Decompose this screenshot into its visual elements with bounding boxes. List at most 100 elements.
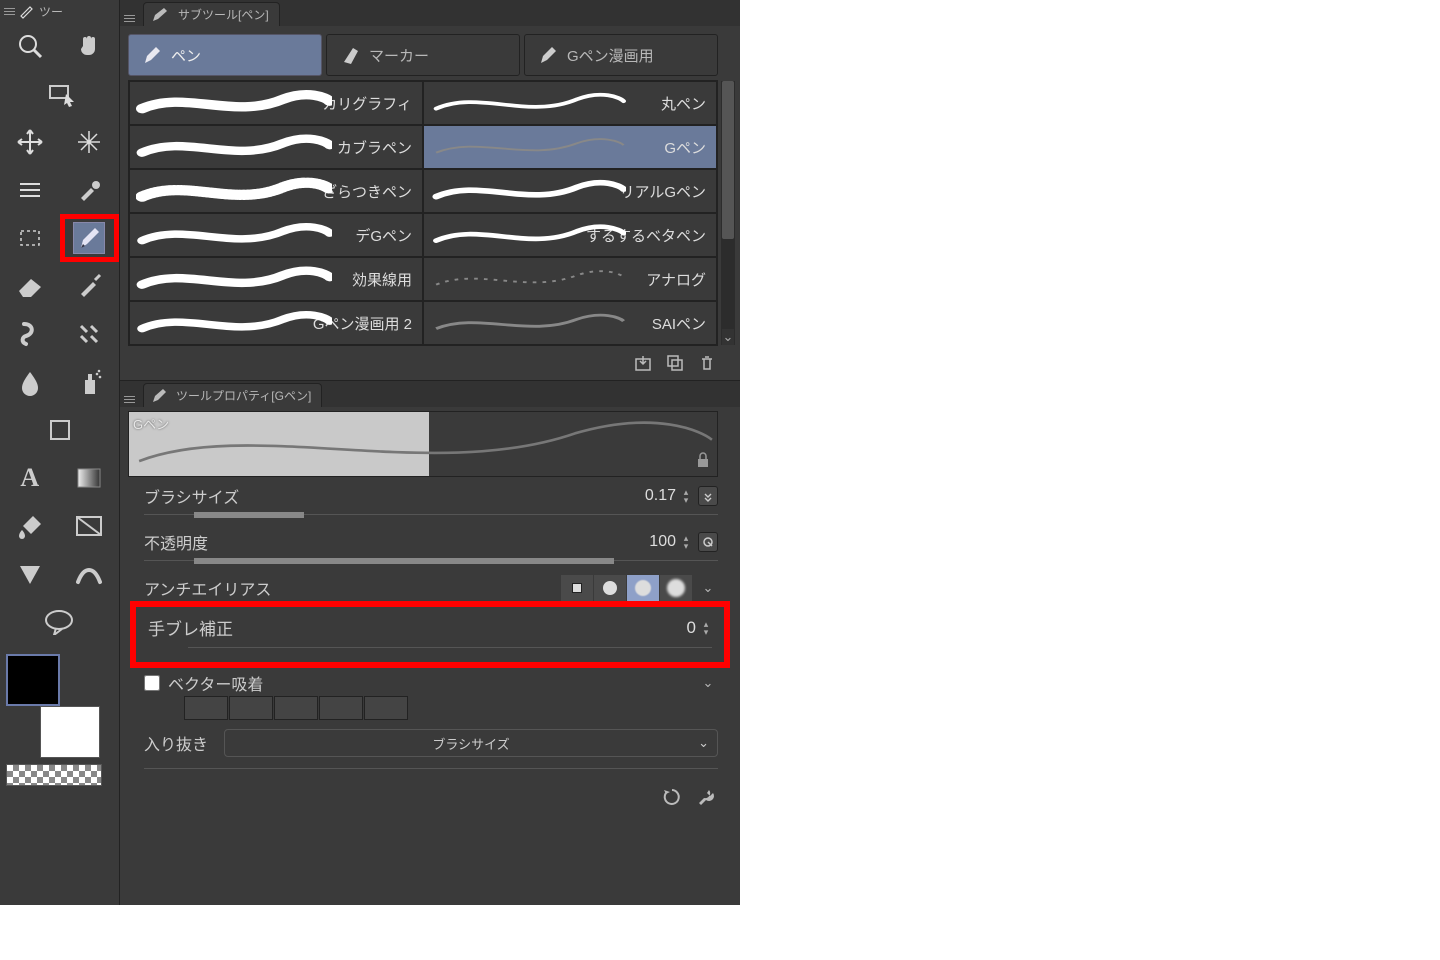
brush-item-selected[interactable]: Gペン (423, 125, 717, 169)
lines-tool[interactable] (0, 166, 60, 214)
row-brush-size: ブラシサイズ 0.17 ▴▾ (144, 485, 718, 523)
menu-icon[interactable] (122, 11, 137, 26)
fill-tool[interactable] (0, 502, 60, 550)
tab-pen[interactable]: ペン (128, 34, 322, 76)
foreground-color[interactable] (6, 654, 60, 706)
chevron-down-icon[interactable]: ⌄ (722, 329, 734, 345)
row-antialias: アンチエイリアス ⌄ (144, 577, 718, 599)
property-panel-title: ツールプロパティ[Gペン] (176, 387, 311, 404)
brush-list-scrollbar[interactable]: ⌄ (721, 81, 735, 345)
row-stabilization-highlighted: 手ブレ補正 0 ▴▾ (130, 601, 730, 668)
chevron-down-icon[interactable]: ⌄ (698, 578, 718, 598)
subtool-panel-tab[interactable]: サブツール[ペン] (143, 2, 280, 26)
subtool-panel-title: サブツール[ペン] (178, 6, 269, 23)
brush-list-actions (120, 346, 740, 380)
tool-panel-header: ツー (0, 0, 119, 22)
tool-grid: A (0, 22, 119, 646)
right-column: サブツール[ペン] ペン マーカー Gペン漫画用 カリグラフィ 丸ペン (120, 0, 740, 905)
brush-item[interactable]: リアルGペン (423, 169, 717, 213)
color-swatches (0, 652, 119, 792)
transparent-color[interactable] (6, 764, 102, 786)
import-icon[interactable] (632, 352, 654, 374)
blend-tool[interactable] (0, 358, 60, 406)
tab-marker[interactable]: マーカー (326, 34, 520, 76)
marquee-tool[interactable] (0, 214, 60, 262)
aa-option-strong[interactable] (660, 575, 692, 601)
menu-icon[interactable] (2, 4, 17, 19)
menu-icon[interactable] (122, 392, 137, 407)
hand-tool[interactable] (60, 22, 120, 70)
background-color[interactable] (40, 706, 100, 758)
property-footer (120, 769, 740, 810)
row-vector-snap: ベクター吸着 ⌄ (144, 672, 718, 724)
polygon-tool[interactable] (0, 550, 60, 598)
brush-item[interactable]: ざらつきペン (129, 169, 423, 213)
text-tool[interactable]: A (0, 454, 60, 502)
vector-snap-checkbox[interactable] (144, 675, 160, 691)
brush-size-slider[interactable] (144, 511, 718, 519)
brush-item[interactable]: Gペン漫画用 2 (129, 301, 423, 345)
brush-item[interactable]: アナログ (423, 257, 717, 301)
trash-icon[interactable] (696, 352, 718, 374)
brush-list: カリグラフィ 丸ペン カブラペン Gペン ざらつきペン リアルGペン デGペン … (128, 80, 718, 346)
correct-line-tool[interactable] (60, 550, 120, 598)
magnifier-tool[interactable] (0, 22, 60, 70)
shape-tool[interactable] (0, 406, 119, 454)
link-icon[interactable] (698, 532, 718, 552)
opacity-value[interactable]: 100 (649, 533, 676, 551)
brush-item[interactable]: するするベタペン (423, 213, 717, 257)
spinner-icon[interactable]: ▴▾ (680, 488, 692, 504)
chevron-down-icon: ⌄ (698, 735, 709, 751)
brush-item[interactable]: 効果線用 (129, 257, 423, 301)
spinner-icon[interactable]: ▴▾ (680, 534, 692, 550)
wrench-icon[interactable] (696, 787, 716, 810)
stabilize-value[interactable]: 0 (687, 618, 696, 638)
aa-option-mid[interactable] (627, 575, 659, 601)
brush-item[interactable]: 丸ペン (423, 81, 717, 125)
aa-option-none[interactable] (561, 575, 593, 601)
brush-tool[interactable] (60, 262, 120, 310)
move-tool[interactable] (0, 118, 60, 166)
eyedropper-tool[interactable] (60, 166, 120, 214)
decoration-tool[interactable] (60, 310, 120, 358)
property-panel-tab[interactable]: ツールプロパティ[Gペン] (143, 383, 322, 407)
vector-snap-segments[interactable] (184, 696, 718, 720)
app-window: ツー (0, 0, 740, 905)
brush-item[interactable]: カブラペン (129, 125, 423, 169)
tool-panel-title: ツー (39, 3, 63, 20)
stabilize-slider[interactable] (188, 644, 712, 652)
lock-icon[interactable] (695, 452, 711, 471)
brush-item[interactable]: SAIペン (423, 301, 717, 345)
expand-icon[interactable] (698, 486, 718, 506)
brush-item[interactable]: カリグラフィ (129, 81, 423, 125)
aa-option-weak[interactable] (594, 575, 626, 601)
paint-tool[interactable] (0, 310, 60, 358)
pen-header-icon (17, 2, 35, 20)
inout-select[interactable]: ブラシサイズ ⌄ (224, 729, 718, 757)
duplicate-icon[interactable] (664, 352, 686, 374)
operation-tool[interactable] (0, 70, 119, 118)
reset-icon[interactable] (662, 787, 682, 810)
chevron-down-icon[interactable]: ⌄ (698, 673, 718, 693)
eraser-tool[interactable] (0, 262, 60, 310)
frame-tool[interactable] (60, 502, 120, 550)
tab-gpen-manga[interactable]: Gペン漫画用 (524, 34, 718, 76)
opacity-slider[interactable] (144, 557, 718, 565)
brush-item[interactable]: デGペン (129, 213, 423, 257)
tool-property-panel: ツールプロパティ[Gペン] Gペン ブラシサイズ 0.17 ▴▾ (120, 380, 740, 810)
antialias-options (561, 575, 692, 601)
pen-tool-highlighted[interactable] (60, 214, 120, 262)
scrollbar-thumb[interactable] (722, 81, 734, 239)
subtool-panel-tabbar: サブツール[ペン] (120, 0, 740, 26)
brush-preview: Gペン (128, 411, 718, 477)
row-inout: 入り抜き ブラシサイズ ⌄ (144, 732, 718, 758)
preview-label: Gペン (133, 414, 169, 433)
tool-palette: ツー (0, 0, 120, 905)
row-opacity: 不透明度 100 ▴▾ (144, 531, 718, 569)
gradient-tool[interactable] (60, 454, 120, 502)
spinner-icon[interactable]: ▴▾ (700, 620, 712, 636)
spray-tool[interactable] (60, 358, 120, 406)
balloon-tool[interactable] (0, 598, 119, 646)
brush-size-value[interactable]: 0.17 (645, 487, 676, 505)
sparkle-tool[interactable] (60, 118, 120, 166)
